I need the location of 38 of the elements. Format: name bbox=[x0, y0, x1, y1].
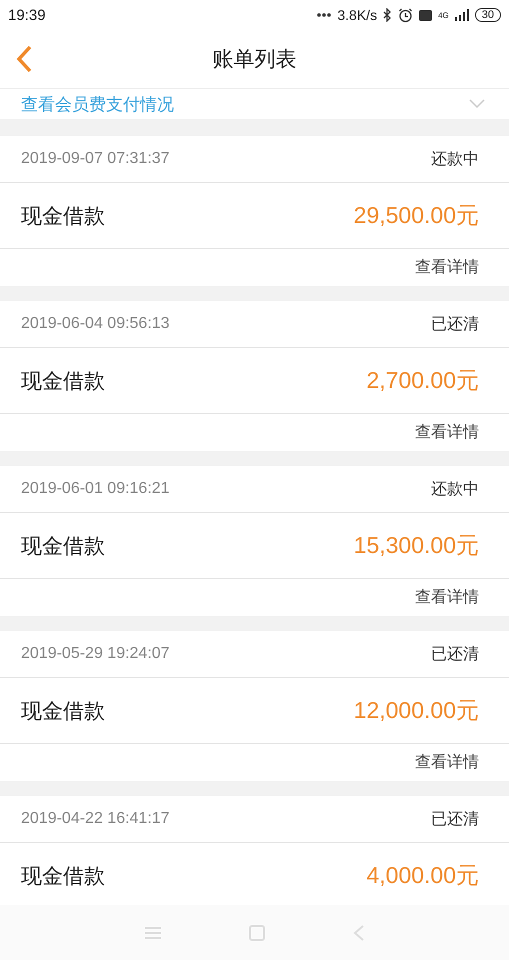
loan-type: 现金借款 bbox=[21, 698, 105, 724]
chevron-down-icon[interactable] bbox=[469, 99, 485, 109]
bill-date: 2019-06-04 09:56:13 bbox=[21, 315, 170, 333]
loan-amount: 29,500.00元 bbox=[354, 201, 479, 230]
bluetooth-icon bbox=[383, 8, 392, 22]
bill-status: 已还清 bbox=[431, 314, 479, 334]
network-speed: 3.8K/s bbox=[337, 7, 378, 23]
alarm-icon bbox=[398, 8, 414, 22]
loan-type: 现金借款 bbox=[21, 862, 105, 890]
status-time: 19:39 bbox=[8, 6, 46, 24]
view-details-link[interactable]: 查看详情 bbox=[415, 752, 479, 773]
bill-status: 已还清 bbox=[431, 808, 479, 830]
page-title: 账单列表 bbox=[212, 46, 296, 73]
view-details-link[interactable]: 查看详情 bbox=[415, 257, 479, 278]
loan-amount: 12,000.00元 bbox=[354, 696, 479, 725]
loan-type: 现金借款 bbox=[21, 532, 105, 560]
loan-amount: 2,700.00元 bbox=[366, 366, 479, 395]
loan-amount: 15,300.00元 bbox=[354, 531, 479, 560]
bill-date: 2019-09-07 07:31:37 bbox=[21, 150, 170, 168]
view-details-link[interactable]: 查看详情 bbox=[415, 587, 479, 608]
more-dots-icon bbox=[317, 13, 332, 17]
loan-type: 现金借款 bbox=[21, 202, 105, 230]
signal-icon bbox=[454, 9, 469, 21]
menu-icon[interactable] bbox=[144, 926, 162, 940]
bill-status: 已还清 bbox=[431, 644, 479, 664]
bill-status: 还款中 bbox=[431, 478, 479, 500]
bill-status: 还款中 bbox=[431, 148, 479, 170]
view-details-link[interactable]: 查看详情 bbox=[415, 422, 479, 443]
loan-amount: 4,000.00元 bbox=[366, 861, 479, 890]
loan-type: 现金借款 bbox=[21, 368, 105, 394]
home-icon[interactable] bbox=[249, 924, 266, 940]
network-type: 4G bbox=[438, 10, 449, 20]
bill-date: 2019-04-22 16:41:17 bbox=[21, 810, 170, 828]
bill-date: 2019-05-29 19:24:07 bbox=[21, 645, 170, 663]
battery-indicator: 30 bbox=[474, 8, 501, 22]
back-icon[interactable] bbox=[16, 45, 32, 73]
bill-date: 2019-06-01 09:16:21 bbox=[21, 480, 170, 498]
back-nav-icon[interactable] bbox=[353, 924, 366, 940]
